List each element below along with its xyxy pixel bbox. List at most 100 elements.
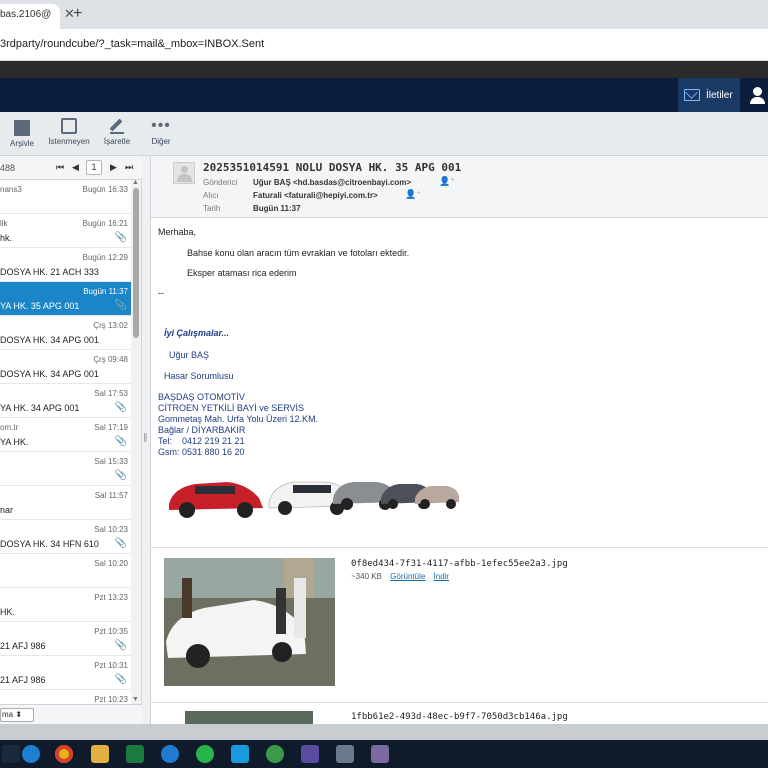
list-select-dropdown[interactable]: ma ⬍ [0, 708, 34, 722]
message-row[interactable]: lik Bugün 16:21 hk. 📎 [0, 214, 131, 248]
row-date: Sal 10:20 [94, 559, 128, 568]
message-row[interactable]: nans3 Bugün 16:33 [0, 180, 131, 214]
message-rows: nans3 Bugün 16:33 lik Bugün 16:21 hk. 📎 Bugün … [0, 180, 131, 708]
message-row[interactable]: Sal 17:53 YA HK. 34 APG 001 📎 [0, 384, 131, 418]
scroll-thumb[interactable] [133, 188, 139, 338]
attachments-divider-2 [151, 702, 768, 703]
whatsapp-icon[interactable] [196, 745, 214, 763]
attachment-2-name[interactable]: 1fbb61e2-493d-48ec-b9f7-7050d3cb146a.jpg [351, 712, 568, 722]
user-icon[interactable] [748, 86, 768, 106]
mark-button[interactable]: İşaretle [100, 118, 134, 146]
taskview-icon[interactable] [2, 745, 20, 763]
skype-icon[interactable] [231, 745, 249, 763]
nav-mail-button[interactable]: İletiler [678, 78, 740, 112]
row-date: Pzt 10:23 [94, 695, 128, 704]
new-tab-button[interactable]: + [73, 5, 82, 23]
from-value[interactable]: Uğur BAŞ <hd.basdas@citroenbayi.com> [253, 178, 411, 187]
message-list-panel: 488 ⏮ ◀ 1 ▶ ⏭ nans3 Bugün 16:33 lik Bugün 1… [0, 156, 142, 724]
address-bar[interactable]: 3rdparty/roundcube/?_task=mail&_mbox=INB… [0, 29, 768, 61]
browser-tab[interactable]: bas.2106@ [0, 4, 60, 29]
file-explorer-icon[interactable] [91, 745, 109, 763]
row-subject: HK. [0, 607, 16, 617]
message-row[interactable]: Sal 10:23 DOSYA HK. 34 HFN 610 📎 [0, 520, 131, 554]
row-subject: DOSYA HK. 21 ACH 333 [0, 267, 99, 277]
from-label: Gönderici [203, 178, 238, 187]
first-page-icon[interactable]: ⏮ [56, 162, 64, 173]
download-attachment-link[interactable]: İndir [434, 572, 450, 581]
pane-splitter[interactable]: ∥ [142, 156, 150, 724]
message-row[interactable]: Sal 10:20 [0, 554, 131, 588]
archive-button[interactable]: Arşivle [8, 118, 36, 148]
view-attachment-link[interactable]: Görüntüle [390, 572, 425, 581]
last-page-icon[interactable]: ⏭ [125, 162, 133, 173]
row-date: Sal 15:33 [94, 457, 128, 466]
attachment-1-meta: ~340 KB Görüntüle İndir [351, 572, 449, 581]
row-subject: 21 AFJ 986 [0, 675, 46, 685]
url-text[interactable]: 3rdparty/roundcube/?_task=mail&_mbox=INB… [0, 38, 264, 50]
junk-button[interactable]: İstenmeyen [48, 118, 90, 146]
sig-dealer: CİTROEN YETKİLİ BAYİ ve SERVİS [158, 403, 305, 413]
attachment-thumbnail[interactable] [164, 558, 335, 686]
prev-page-icon[interactable]: ◀ [72, 162, 79, 173]
edge-icon[interactable] [22, 745, 40, 763]
app-header: İletiler [0, 78, 768, 112]
message-count: 488 [0, 163, 16, 173]
message-row[interactable]: Pzt 10:31 21 AFJ 986 📎 [0, 656, 131, 690]
attachment-thumbnail-2[interactable] [185, 711, 313, 724]
message-row[interactable]: Bugün 12:29 DOSYA HK. 21 ACH 333 [0, 248, 131, 282]
scroll-down-icon[interactable]: ▼ [132, 696, 139, 703]
row-date: Sal 11:57 [94, 491, 128, 500]
scroll-up-icon[interactable]: ▲ [132, 179, 139, 186]
chevron-updown-icon: ⬍ [15, 710, 23, 719]
message-row[interactable]: om.tr Sal 17:19 YA HK. 📎 [0, 418, 131, 452]
message-row[interactable]: Pzt 13:23 HK. [0, 588, 131, 622]
excel-icon[interactable] [126, 745, 144, 763]
mark-label: İşaretle [103, 137, 131, 146]
row-sender: om.tr [0, 423, 19, 432]
paperclip-icon: 📎 [114, 470, 127, 481]
message-row[interactable]: Pzt 10:35 21 AFJ 986 📎 [0, 622, 131, 656]
sig-tel: Tel: 0412 219 21 21 [158, 436, 245, 446]
list-scrollbar[interactable]: ▲ ▼ [131, 179, 141, 708]
window-bottom-strip [0, 724, 768, 740]
row-subject: 21 AFJ 986 [0, 641, 46, 651]
archive-label: Arşivle [9, 139, 34, 148]
message-row[interactable]: Sal 11:57 nar [0, 486, 131, 520]
row-date: Sal 17:53 [94, 389, 128, 398]
paperclip-icon: 📎 [114, 300, 127, 311]
sig-company: BAŞDAŞ OTOMOTİV [158, 392, 245, 402]
paperclip-icon: 📎 [114, 436, 127, 447]
message-row[interactable]: Çrş 13:02 DOSYA HK. 34 APG 001 [0, 316, 131, 350]
row-date: Sal 17:19 [94, 423, 128, 432]
attachment-1-size: ~340 KB [351, 572, 382, 581]
paperclip-icon: 📎 [114, 674, 127, 685]
add-contact-icon[interactable]: 👤⁺ [439, 176, 455, 187]
next-page-icon[interactable]: ▶ [110, 162, 117, 173]
message-row[interactable]: Sal 15:33 📎 [0, 452, 131, 486]
app-icon-1[interactable] [266, 745, 284, 763]
row-subject: DOSYA HK. 34 APG 001 [0, 369, 99, 379]
attachments-divider [151, 547, 768, 548]
internet-explorer-icon[interactable] [161, 745, 179, 763]
row-date: Bugün 16:21 [82, 219, 128, 228]
chrome-icon[interactable] [55, 745, 73, 763]
app-icon-2[interactable] [301, 745, 319, 763]
more-button[interactable]: ••• Diğer [148, 118, 174, 147]
browser-tab-title: bas.2106@ [0, 9, 52, 20]
attachment-1-name[interactable]: 0f8ed434-7f31-4117-afbb-1efec55ee2a3.jpg [351, 559, 568, 569]
page-number-input[interactable]: 1 [86, 160, 102, 175]
row-subject: DOSYA HK. 34 HFN 610 [0, 539, 99, 549]
app-icon-4[interactable] [371, 745, 389, 763]
to-value[interactable]: Faturali <faturali@hepiyi.com.tr> [253, 191, 378, 200]
splitter-grip-icon: ∥ [143, 432, 148, 442]
app-icon-3[interactable] [336, 745, 354, 763]
message-row[interactable]: Bugün 11:37 YA HK. 35 APG 001 📎 [0, 282, 131, 316]
list-header: 488 ⏮ ◀ 1 ▶ ⏭ [0, 156, 142, 180]
row-date: Pzt 10:31 [94, 661, 128, 670]
cars-banner-image [169, 481, 459, 518]
add-contact-icon-2[interactable]: 👤⁺ [405, 189, 421, 200]
car-red [169, 482, 263, 518]
message-row[interactable]: Çrş 09:48 DOSYA HK. 34 APG 001 [0, 350, 131, 384]
greeting: Merhaba, [158, 227, 197, 237]
row-subject: YA HK. [0, 437, 29, 447]
